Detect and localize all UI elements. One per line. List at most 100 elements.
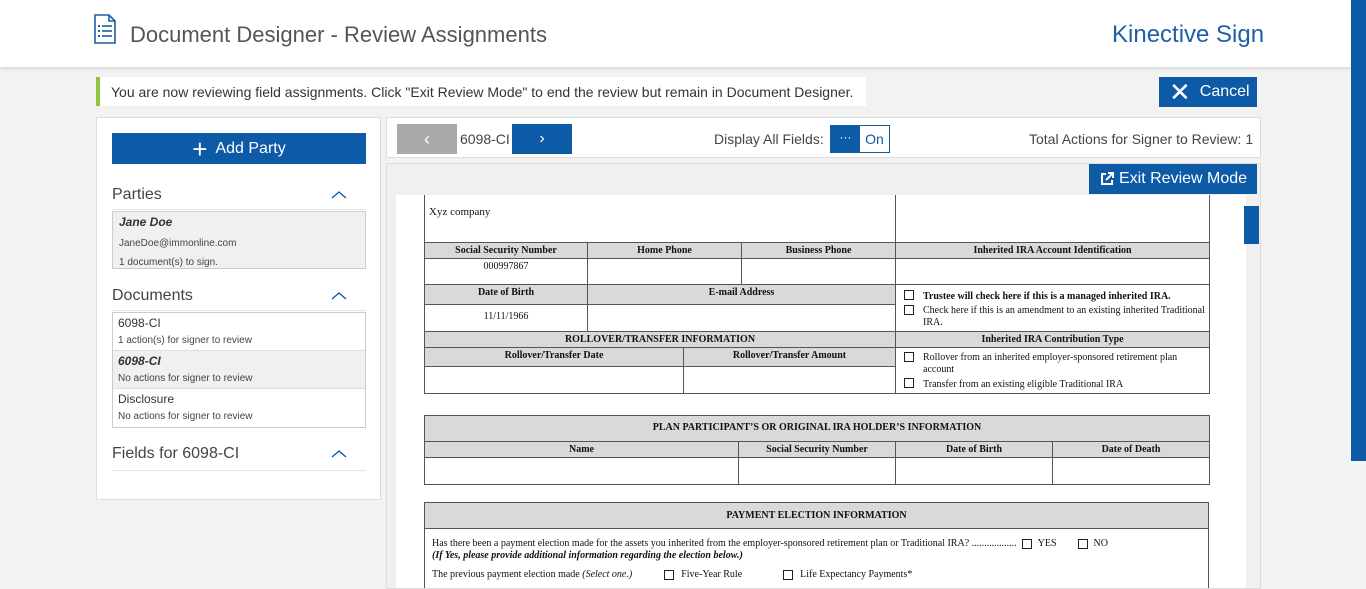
trustee-label: Trustee will check here if this is a man… xyxy=(923,290,1171,302)
list-item[interactable]: 6098-CI 1 action(s) for signer to review xyxy=(113,313,365,351)
party-email: JaneDoe@immonline.com xyxy=(119,238,237,249)
section-header: Inherited IRA Contribution Type xyxy=(895,330,1211,348)
document-list: 6098-CI 1 action(s) for signer to review… xyxy=(112,312,366,428)
five-year-checkbox[interactable] xyxy=(664,569,675,580)
payment-question: Has there been a payment election made f… xyxy=(432,538,1017,549)
payment-election-body: Has there been a payment election made f… xyxy=(424,528,1209,588)
document-viewer[interactable]: Xyz company Social Security Number Home … xyxy=(386,163,1261,589)
column-header: E-mail Address xyxy=(587,283,896,305)
column-header: Home Phone xyxy=(587,241,742,259)
chevron-up-icon[interactable] xyxy=(331,190,347,200)
account-id-field[interactable] xyxy=(895,257,1210,285)
rollover-option[interactable]: Rollover from an inherited employer-spon… xyxy=(904,351,1209,376)
previous-election-label: The previous payment election made xyxy=(432,569,580,580)
no-checkbox[interactable] xyxy=(1077,538,1088,549)
document-name: 6098-CI xyxy=(118,316,161,330)
close-icon: ✕ xyxy=(1169,77,1191,107)
payment-election-section: PAYMENT ELECTION INFORMATION Has there b… xyxy=(424,502,1209,588)
document-list-icon xyxy=(94,14,116,44)
list-item[interactable]: Disclosure No actions for signer to revi… xyxy=(113,389,365,427)
amendment-option[interactable]: Check here if this is an amendment to an… xyxy=(904,304,1209,329)
divider xyxy=(112,209,366,210)
participant-dob-field[interactable] xyxy=(895,457,1053,485)
section-header: ROLLOVER/TRANSFER INFORMATION xyxy=(423,330,897,348)
chevron-up-icon[interactable] xyxy=(331,291,347,301)
add-party-label: Add Party xyxy=(215,139,286,157)
exit-review-label: Exit Review Mode xyxy=(1119,170,1248,187)
checkbox[interactable] xyxy=(904,351,915,362)
home-phone-field[interactable] xyxy=(587,257,742,285)
column-header: Date of Death xyxy=(1051,441,1211,458)
email-field[interactable] xyxy=(587,303,896,332)
column-header: Rollover/Transfer Date xyxy=(424,346,684,367)
yes-checkbox[interactable] xyxy=(1021,538,1032,549)
brand-logo-text: Kinective Sign xyxy=(1112,21,1265,48)
no-label: NO xyxy=(1093,538,1108,549)
fields-section-title: Fields for 6098-CI xyxy=(112,445,240,462)
list-item[interactable]: 6098-CI No actions for signer to review xyxy=(113,351,365,389)
column-header: Business Phone xyxy=(741,241,896,259)
rollover-option-label: Rollover from an inherited employer-spon… xyxy=(923,351,1178,375)
chevron-up-icon[interactable] xyxy=(331,449,347,459)
review-notice: You are now reviewing field assignments.… xyxy=(96,77,866,106)
transfer-option[interactable]: Transfer from an existing eligible Tradi… xyxy=(904,377,1209,391)
life-expectancy-label: Life Expectancy Payments* xyxy=(800,569,913,580)
ssn-value[interactable]: 000997867 xyxy=(424,257,588,285)
parties-section-title: Parties xyxy=(112,186,162,203)
column-header: Social Security Number xyxy=(738,441,896,458)
add-party-button[interactable]: + Add Party xyxy=(112,133,366,164)
column-header: Inherited IRA Account Identification xyxy=(895,241,1210,259)
party-card[interactable]: Jane Doe JaneDoe@immonline.com 1 documen… xyxy=(112,211,366,269)
sidebar-panel: + Add Party Parties Jane Doe JaneDoe@imm… xyxy=(96,117,381,500)
next-document-button[interactable]: › xyxy=(512,124,572,154)
display-all-fields-toggle[interactable]: ··· On xyxy=(830,125,890,153)
chevron-left-icon: ‹ xyxy=(424,128,430,149)
five-year-label: Five-Year Rule xyxy=(681,569,743,580)
divider xyxy=(112,310,366,311)
transfer-option-label: Transfer from an existing eligible Tradi… xyxy=(923,378,1124,390)
external-link-icon xyxy=(1101,172,1114,185)
yes-label: YES xyxy=(1037,538,1057,549)
payment-note: (If Yes, please provide additional infor… xyxy=(432,550,743,561)
participant-name-field[interactable] xyxy=(424,457,739,485)
toggle-state: On xyxy=(865,131,884,147)
document-page: Xyz company Social Security Number Home … xyxy=(396,195,1246,588)
party-doc-count: 1 document(s) to sign. xyxy=(119,257,218,268)
column-header: Date of Birth xyxy=(895,441,1053,458)
exit-review-mode-button[interactable]: Exit Review Mode xyxy=(1089,164,1257,194)
checkbox[interactable] xyxy=(904,377,915,388)
document-status: No actions for signer to review xyxy=(118,411,253,422)
display-all-fields-label: Display All Fields: xyxy=(714,131,824,147)
cancel-button[interactable]: ✕ Cancel xyxy=(1159,77,1257,107)
document-status: 1 action(s) for signer to review xyxy=(118,335,252,346)
app-header: Document Designer - Review Assignments K… xyxy=(0,0,1366,67)
previous-document-button[interactable]: ‹ xyxy=(397,124,457,154)
party-name: Jane Doe xyxy=(119,215,173,229)
dob-value[interactable]: 11/11/1966 xyxy=(424,303,588,332)
plus-icon: + xyxy=(192,133,208,164)
business-phone-field[interactable] xyxy=(741,257,896,285)
documents-section-title: Documents xyxy=(112,287,193,304)
document-toolbar: ‹ 6098-CI › Display All Fields: ··· On T… xyxy=(386,117,1261,158)
rollover-amount-field[interactable] xyxy=(682,365,897,394)
life-expectancy-checkbox[interactable] xyxy=(783,569,794,580)
checkbox[interactable] xyxy=(904,289,914,300)
company-name: Xyz company xyxy=(424,195,896,243)
empty-cell xyxy=(895,195,1210,243)
page-title: Document Designer - Review Assignments xyxy=(130,22,547,47)
participant-dod-field[interactable] xyxy=(1051,457,1211,485)
column-header: Date of Birth xyxy=(424,283,588,305)
participant-ssn-field[interactable] xyxy=(738,457,896,485)
total-actions-label: Total Actions for Signer to Review: 1 xyxy=(1029,131,1254,147)
trustee-option[interactable]: Trustee will check here if this is a man… xyxy=(904,289,1209,303)
cancel-label: Cancel xyxy=(1199,83,1250,100)
document-status: No actions for signer to review xyxy=(118,373,253,384)
rollover-date-field[interactable] xyxy=(424,365,684,394)
divider xyxy=(112,470,366,471)
section-header: PLAN PARTICIPANT’S OR ORIGINAL IRA HOLDE… xyxy=(423,415,1211,442)
right-edge-bar xyxy=(1351,0,1366,461)
ira-options: Trustee will check here if this is a man… xyxy=(895,283,1210,332)
checkbox[interactable] xyxy=(904,304,914,315)
column-header: Name xyxy=(424,441,739,458)
scrollbar-thumb[interactable] xyxy=(1244,206,1259,244)
